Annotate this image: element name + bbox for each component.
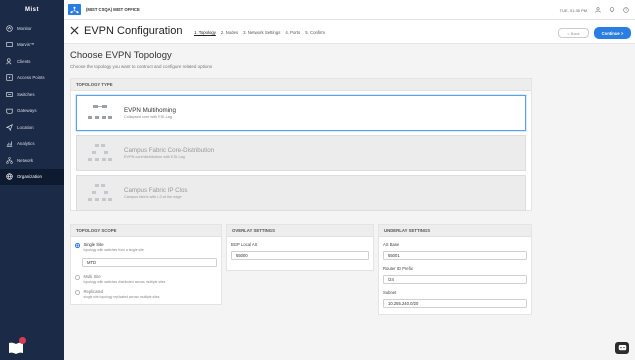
chat-assistant-button[interactable]	[615, 342, 629, 354]
step-ports[interactable]: 4. Ports	[285, 30, 300, 35]
radio-desc: topology with switches from a single sit…	[83, 248, 144, 252]
chat-icon	[618, 345, 626, 351]
subnet-input[interactable]: 10.255.240.0/20	[383, 299, 527, 308]
help-icon[interactable]	[623, 6, 629, 14]
sidebar-item-label: Gateways	[17, 108, 37, 114]
bgp-local-as-label: BGP Local AS	[231, 242, 258, 247]
back-button[interactable]: < Back	[558, 28, 589, 38]
sidebar-item-label: Monitor	[17, 25, 32, 31]
radio-button[interactable]	[75, 275, 80, 280]
top-bar: (MIST CSQA) MIST OFFICE TUE, 01:35 PM	[64, 0, 635, 20]
radio-button[interactable]	[75, 290, 80, 295]
sidebar: Mist Monitor Marvis™ Clients Access Poin…	[0, 0, 64, 360]
subnet-label: Subnet	[383, 290, 397, 295]
top-right-tools: TUE, 01:35 PM	[560, 0, 629, 20]
close-icon[interactable]	[70, 26, 79, 35]
org-selector[interactable]: (MIST CSQA) MIST OFFICE	[86, 7, 140, 12]
sidebar-item-clients[interactable]: Clients	[0, 53, 64, 70]
sidebar-item-switches[interactable]: Switches	[0, 86, 64, 103]
topology-option-evpn-multihoming[interactable]: EVPN Multihoming Collapsed core with ESI…	[76, 95, 526, 131]
topology-option-ip-clos[interactable]: Campus Fabric IP Clos Campus fabric with…	[76, 175, 526, 211]
sidebar-item-gateways[interactable]: Gateways	[0, 103, 64, 120]
underlay-settings-heading: UNDERLAY SETTINGS	[379, 225, 531, 237]
location-icon	[6, 123, 13, 131]
as-base-input[interactable]: 65001	[383, 251, 527, 260]
topology-type-heading: TOPOLOGY TYPE	[71, 79, 531, 91]
sidebar-item-access-points[interactable]: Access Points	[0, 70, 64, 87]
topology-option-name: Campus Fabric IP Clos	[124, 186, 188, 194]
sidebar-item-label: Marvis™	[17, 42, 35, 48]
topology-option-desc: Collapsed core with ESI-Lag	[124, 115, 172, 120]
core-distribution-diagram-icon	[88, 144, 112, 161]
mist-logo[interactable]: Mist	[0, 0, 64, 20]
monitor-icon	[6, 25, 13, 32]
topology-option-desc: Campus fabric with L3 at the edge	[124, 195, 182, 200]
radio-label: Replicated	[83, 289, 104, 294]
gateways-icon	[6, 107, 13, 114]
step-nodes[interactable]: 2. Nodes	[221, 30, 238, 35]
sidebar-item-analytics[interactable]: Analytics	[0, 136, 64, 153]
clock-time: TUE, 01:35 PM	[559, 7, 587, 13]
step-confirm[interactable]: 5. Confirm	[305, 30, 325, 35]
scope-option-multi-site[interactable]: Multi Site topology with switches distri…	[75, 274, 165, 284]
org-icon[interactable]	[68, 4, 81, 15]
ip-clos-diagram-icon	[88, 184, 112, 201]
as-base-label: AS Base	[383, 242, 400, 247]
organization-icon	[6, 173, 13, 180]
sidebar-item-label: Organization	[17, 174, 42, 180]
sidebar-item-label: Access Points	[17, 75, 45, 81]
radio-desc: single site topology replicated across m…	[83, 295, 160, 299]
topology-option-name: EVPN Multihoming	[124, 106, 176, 114]
sidebar-item-monitor[interactable]: Monitor	[0, 20, 64, 37]
access-points-icon	[6, 74, 13, 81]
sidebar-item-label: Analytics	[17, 141, 35, 147]
scope-option-replicated[interactable]: Replicated single site topology replicat…	[75, 289, 159, 299]
sidebar-item-label: Clients	[17, 58, 31, 64]
step-network-settings[interactable]: 3. Network Settings	[243, 30, 280, 35]
radio-button[interactable]	[75, 243, 80, 248]
help-book-icon[interactable]	[8, 337, 26, 354]
sidebar-item-label: Location	[17, 124, 34, 130]
overlay-settings-panel: OVERLAY SETTINGS BGP Local AS 65000	[226, 224, 374, 271]
sidebar-item-network[interactable]: Network	[0, 152, 64, 169]
wizard-steps: 1. Topology 2. Nodes 3. Network Settings…	[194, 30, 325, 35]
page-header-title: EVPN Configuration	[84, 25, 183, 37]
clients-icon	[6, 58, 13, 65]
topology-scope-heading: TOPOLOGY SCOPE	[71, 225, 221, 237]
bgp-local-as-input[interactable]: 65000	[231, 251, 369, 260]
radio-label: Multi Site	[83, 274, 101, 279]
page-subtitle: Choose the topology you want to contruct…	[70, 64, 213, 69]
sidebar-item-label: Switches	[17, 91, 35, 97]
network-icon	[6, 156, 13, 164]
topology-type-panel: TOPOLOGY TYPE EVPN Multihoming Collapsed…	[70, 78, 532, 211]
user-icon[interactable]	[595, 6, 601, 14]
overlay-settings-heading: OVERLAY SETTINGS	[227, 225, 373, 237]
mist-logo-text: Mist	[25, 7, 39, 13]
multihoming-diagram-icon	[88, 105, 112, 119]
underlay-settings-panel: UNDERLAY SETTINGS AS Base 65001 Router I…	[378, 224, 532, 315]
topology-scope-panel: TOPOLOGY SCOPE Single Site topology with…	[70, 224, 222, 305]
sidebar-item-label: Network	[17, 157, 34, 163]
notification-badge	[19, 337, 26, 344]
site-select[interactable]: MTD	[82, 258, 217, 267]
page-header: EVPN Configuration 1. Topology 2. Nodes …	[64, 20, 635, 44]
router-id-prefix-label: Router ID Prefix	[383, 266, 413, 271]
sidebar-item-location[interactable]: Location	[0, 119, 64, 136]
radio-desc: topology with switches distributed acros…	[83, 280, 166, 284]
topology-option-desc: EVPN core/distribution with ESI-Lag	[124, 155, 185, 160]
topology-option-name: Campus Fabric Core-Distribution	[124, 146, 215, 154]
sidebar-item-organization[interactable]: Organization	[0, 168, 64, 185]
lightbulb-icon[interactable]	[609, 6, 615, 14]
step-topology[interactable]: 1. Topology	[194, 30, 216, 35]
topology-option-core-distribution[interactable]: Campus Fabric Core-Distribution EVPN cor…	[76, 135, 526, 171]
scope-option-single-site[interactable]: Single Site topology with switches from …	[75, 242, 144, 252]
radio-label: Single Site	[83, 242, 104, 247]
page-title: Choose EVPN Topology	[70, 50, 172, 61]
router-id-prefix-input[interactable]: /24	[383, 275, 527, 284]
sidebar-item-marvis[interactable]: Marvis™	[0, 37, 64, 54]
continue-button[interactable]: Continue >	[594, 27, 631, 39]
switches-icon	[6, 91, 13, 98]
analytics-icon	[6, 140, 13, 147]
marvis-icon	[6, 41, 13, 48]
